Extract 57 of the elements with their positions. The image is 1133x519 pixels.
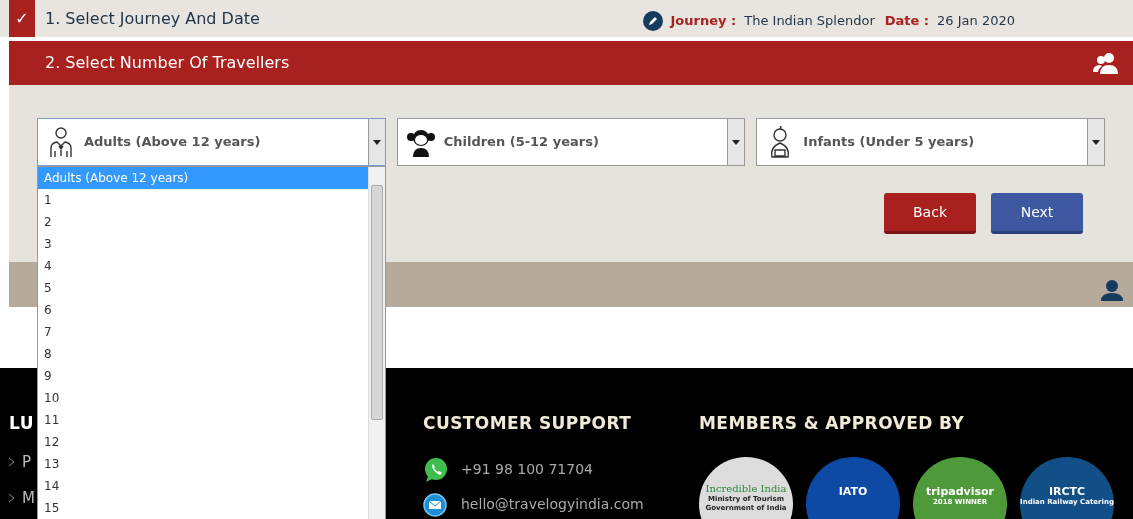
- select-label: Adults (Above 12 years): [84, 133, 261, 152]
- step-title: 1. Select Journey And Date: [45, 7, 260, 30]
- caret-icon: [732, 139, 741, 145]
- pencil-icon[interactable]: [642, 10, 663, 31]
- traveller-select[interactable]: Infants (Under 5 years): [756, 118, 1105, 166]
- caret-icon: [372, 139, 381, 145]
- badge-text: Incredible India: [705, 482, 787, 495]
- dropdown-arrow-button[interactable]: [1087, 119, 1104, 165]
- footer-link[interactable]: P: [22, 450, 32, 473]
- dropdown-option[interactable]: 5: [38, 277, 368, 299]
- section-title: 2. Select Number Of Travellers: [45, 52, 290, 74]
- dropdown-option[interactable]: 12: [38, 431, 368, 453]
- dropdown-option[interactable]: 15: [38, 497, 368, 519]
- phone-number: +91 98 100 71704: [461, 460, 593, 479]
- dropdown-arrow-button[interactable]: [727, 119, 745, 165]
- dropdown-option[interactable]: 14: [38, 475, 368, 497]
- chat-bubble-phone-icon: [423, 456, 449, 483]
- caret-icon: [1092, 139, 1100, 145]
- date-value: 26 Jan 2020: [937, 11, 1015, 30]
- dropdown-option[interactable]: 13: [38, 453, 368, 475]
- journey-value: The Indian Splendor: [744, 11, 875, 30]
- dropdown-option[interactable]: 9: [38, 365, 368, 387]
- dropdown-option[interactable]: 10: [38, 387, 368, 409]
- next-button[interactable]: Next: [991, 193, 1083, 234]
- girl-icon: [404, 127, 437, 157]
- users-icon: [1093, 52, 1119, 74]
- dropdown-option[interactable]: 8: [38, 343, 368, 365]
- dropdown-option[interactable]: 3: [38, 233, 368, 255]
- dropdown-option[interactable]: 6: [38, 299, 368, 321]
- scrollbar[interactable]: [368, 167, 385, 519]
- select-label: Infants (Under 5 years): [803, 133, 975, 152]
- footer-heading: LU: [9, 412, 34, 435]
- dropdown-arrow-button[interactable]: [367, 119, 385, 165]
- dropdown-option[interactable]: 7: [38, 321, 368, 343]
- dropdown-option[interactable]: 2: [38, 211, 368, 233]
- envelope-icon: [423, 492, 447, 517]
- user-icon: [1101, 279, 1123, 301]
- dropdown-option[interactable]: 4: [38, 255, 368, 277]
- traveller-select[interactable]: Adults (Above 12 years): [37, 118, 386, 166]
- back-button[interactable]: Back: [884, 193, 976, 234]
- dropdown-option[interactable]: 11: [38, 409, 368, 431]
- chevron-icon: [9, 494, 14, 503]
- chevron-icon: [9, 457, 14, 466]
- badge-text: IRCTC: [1048, 484, 1086, 498]
- dropdown-option[interactable]: 1: [38, 189, 368, 211]
- journey-label: Journey :: [670, 11, 737, 30]
- badge-text: tripadvisor: [925, 484, 995, 498]
- man-with-tie-icon: [49, 126, 73, 158]
- badge-text: IATO: [838, 484, 868, 499]
- footer-link[interactable]: M: [22, 487, 35, 510]
- traveller-select[interactable]: Children (5-12 years): [396, 118, 746, 166]
- members-heading: MEMBERS & APPROVED BY: [699, 412, 966, 435]
- date-label: Date :: [884, 11, 930, 30]
- support-heading: CUSTOMER SUPPORT: [423, 412, 633, 435]
- select-label: Children (5-12 years): [443, 133, 599, 152]
- check-mark: ✓: [9, 0, 35, 37]
- email-address: hello@travelogyindia.com: [461, 495, 644, 514]
